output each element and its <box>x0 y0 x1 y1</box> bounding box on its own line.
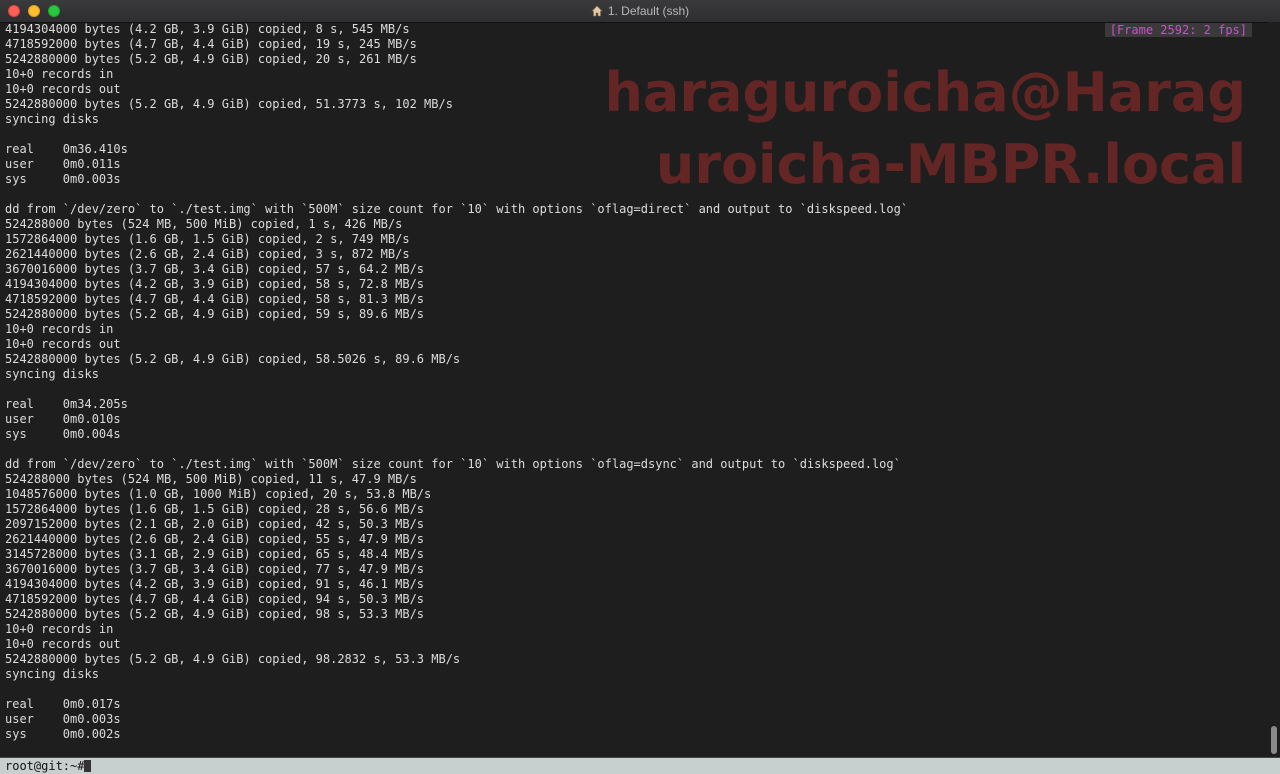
terminal-line: sys 0m0.004s <box>5 427 121 441</box>
terminal-line: 1572864000 bytes (1.6 GB, 1.5 GiB) copie… <box>5 232 410 246</box>
terminal-line: 10+0 records out <box>5 337 121 351</box>
terminal-line: sys 0m0.002s <box>5 727 121 741</box>
terminal-line: 3145728000 bytes (3.1 GB, 2.9 GiB) copie… <box>5 547 425 561</box>
terminal-line: 1048576000 bytes (1.0 GB, 1000 MiB) copi… <box>5 487 432 501</box>
text-cursor <box>84 760 91 772</box>
terminal-line: 4194304000 bytes (4.2 GB, 3.9 GiB) copie… <box>5 22 410 36</box>
scrollbar[interactable] <box>1268 22 1280 758</box>
terminal-line: 10+0 records in <box>5 622 114 636</box>
terminal-line: 4718592000 bytes (4.7 GB, 4.4 GiB) copie… <box>5 292 425 306</box>
terminal-line: 4194304000 bytes (4.2 GB, 3.9 GiB) copie… <box>5 577 425 591</box>
terminal-line: user 0m0.010s <box>5 412 121 426</box>
terminal-line: 4718592000 bytes (4.7 GB, 4.4 GiB) copie… <box>5 37 417 51</box>
terminal-line: 10+0 records in <box>5 322 114 336</box>
frame-rate-badge: [Frame 2592: 2 fps] <box>1104 23 1252 37</box>
terminal-line: user 0m0.003s <box>5 712 121 726</box>
title-bar: 1. Default (ssh) <box>0 0 1280 23</box>
terminal-line: real 0m34.205s <box>5 397 128 411</box>
terminal-line: syncing disks <box>5 667 99 681</box>
terminal-line: syncing disks <box>5 367 99 381</box>
terminal-line: 2097152000 bytes (2.1 GB, 2.0 GiB) copie… <box>5 517 425 531</box>
home-icon <box>591 5 603 17</box>
terminal-line: 5242880000 bytes (5.2 GB, 4.9 GiB) copie… <box>5 352 461 366</box>
terminal-line: 524288000 bytes (524 MB, 500 MiB) copied… <box>5 217 403 231</box>
scroll-thumb[interactable] <box>1271 726 1277 754</box>
terminal-line: real 0m0.017s <box>5 697 121 711</box>
hostname-watermark: haraguroicha@Harag uroicha-MBPR.local <box>604 61 1246 196</box>
terminal-line: 1572864000 bytes (1.6 GB, 1.5 GiB) copie… <box>5 502 425 516</box>
command-line[interactable]: root@git:~# <box>0 757 1280 774</box>
shell-prompt: root@git:~# <box>5 759 85 773</box>
terminal-line: 5242880000 bytes (5.2 GB, 4.9 GiB) copie… <box>5 652 461 666</box>
terminal-line: 4194304000 bytes (4.2 GB, 3.9 GiB) copie… <box>5 277 425 291</box>
terminal-line: 524288000 bytes (524 MB, 500 MiB) copied… <box>5 472 417 486</box>
window-title-container: 1. Default (ssh) <box>0 0 1280 22</box>
terminal-line: dd from `/dev/zero` to `./test.img` with… <box>5 457 901 471</box>
terminal-line: dd from `/dev/zero` to `./test.img` with… <box>5 202 909 216</box>
terminal-line: 2621440000 bytes (2.6 GB, 2.4 GiB) copie… <box>5 532 425 546</box>
terminal-line: 4718592000 bytes (4.7 GB, 4.4 GiB) copie… <box>5 592 425 606</box>
terminal-line: 5242880000 bytes (5.2 GB, 4.9 GiB) copie… <box>5 307 425 321</box>
terminal-line: 3670016000 bytes (3.7 GB, 3.4 GiB) copie… <box>5 562 425 576</box>
terminal-output[interactable]: 4194304000 bytes (4.2 GB, 3.9 GiB) copie… <box>0 22 1268 758</box>
terminal-line: 10+0 records out <box>5 637 121 651</box>
terminal-line: 2621440000 bytes (2.6 GB, 2.4 GiB) copie… <box>5 247 410 261</box>
terminal-line: 3670016000 bytes (3.7 GB, 3.4 GiB) copie… <box>5 262 425 276</box>
window-title: 1. Default (ssh) <box>607 4 690 18</box>
terminal-line: 5242880000 bytes (5.2 GB, 4.9 GiB) copie… <box>5 607 425 621</box>
